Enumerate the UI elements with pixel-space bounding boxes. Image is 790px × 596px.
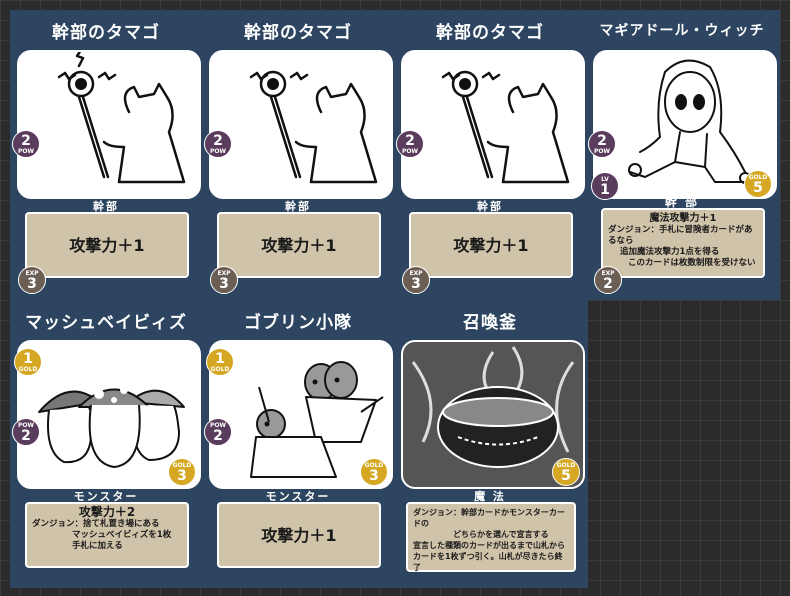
card-effect-text: 攻撃力＋1 <box>69 236 145 255</box>
card-magia-doll-witch[interactable]: マギアドール・ウィッチ 2 POW LV 1 GOLD 5 幹 部 魔法攻撃力＋1 ダ… <box>586 10 778 300</box>
gold-reward-badge: GOLD 3 <box>360 458 388 486</box>
gold-cost-badge: 1 GOLD <box>14 348 42 376</box>
exp-badge: EXP 2 <box>594 266 622 294</box>
card-title: マギアドール・ウィッチ <box>599 23 765 39</box>
card-text-box: 攻撃力＋1 <box>25 212 189 278</box>
card-text-box: 攻撃力＋2 ダンジョン：捨て札置き場にある マッシュベイビィズを1枚 手札に加え… <box>25 502 189 568</box>
card-effect-text: 攻撃力＋1 <box>261 236 337 255</box>
card-art <box>17 50 201 199</box>
card-goblin-squad[interactable]: ゴブリン小隊 1 GOLD POW 2 GOLD 3 モンスター 攻撃力＋1 <box>202 300 394 590</box>
gold-reward-badge: GOLD 3 <box>168 458 196 486</box>
card-text-box: ダンジョン：幹部カードかモンスターカードの どちらかを選んで宣言する 宣言した種… <box>406 502 576 572</box>
pow-badge: POW 2 <box>204 418 232 446</box>
card-title: 幹部のタマゴ <box>244 23 352 43</box>
pow-badge: 2 POW <box>204 130 232 158</box>
gold-cost-badge: GOLD 5 <box>552 458 580 486</box>
exp-badge: EXP 3 <box>402 266 430 294</box>
card-title: 幹部のタマゴ <box>52 23 160 43</box>
card-effect-text: 攻撃力＋1 <box>261 526 337 545</box>
card-kanbu-egg-2[interactable]: 幹部のタマゴ 2 POW 幹部 攻撃力＋1 EXP 3 <box>202 10 394 300</box>
card-title: ゴブリン小隊 <box>244 313 352 333</box>
pow-badge: 2 POW <box>588 130 616 158</box>
staff-creature-illustration <box>441 70 570 184</box>
pow-badge: POW 2 <box>12 418 40 446</box>
card-text-box: 攻撃力＋1 <box>217 502 381 568</box>
card-title: 幹部のタマゴ <box>436 23 544 43</box>
staff-creature-illustration <box>249 70 378 184</box>
exp-badge: EXP 3 <box>210 266 238 294</box>
card-art <box>401 50 585 199</box>
card-title: 召喚釜 <box>463 313 517 333</box>
card-text-box: 魔法攻撃力＋1 ダンジョン：手札に冒険者カードがあるなら 追加魔法攻撃力1点を得… <box>601 208 765 278</box>
card-effect-text: 攻撃力＋2 ダンジョン：捨て札置き場にある マッシュベイビィズを1枚 手札に加え… <box>32 505 172 551</box>
card-kanbu-egg-3[interactable]: 幹部のタマゴ 2 POW 幹部 攻撃力＋1 EXP 3 <box>394 10 586 300</box>
card-kanbu-egg-1[interactable]: 幹部のタマゴ 2 POW 幹部 攻撃力＋1 EXP 3 <box>10 10 202 300</box>
card-title: マッシュベイビィズ <box>25 313 187 333</box>
card-mash-babies[interactable]: マッシュベイビィズ 1 GOLD POW 2 GOLD 3 モンスター 攻撃力＋2 ダ… <box>10 300 202 590</box>
gold-cost-badge: 1 GOLD <box>206 348 234 376</box>
pow-badge: 2 POW <box>12 130 40 158</box>
card-summoning-cauldron[interactable]: 召喚釜 GOLD 5 魔 法 ダンジョン：幹部カードかモンスターカードの どちらか… <box>394 300 586 590</box>
card-effect-text: 攻撃力＋1 <box>453 236 529 255</box>
staff-creature-illustration <box>57 52 186 184</box>
card-effect-text: ダンジョン：幹部カードかモンスターカードの どちらかを選んで宣言する 宣言した種… <box>413 508 565 572</box>
exp-badge: EXP 3 <box>18 266 46 294</box>
pow-badge: 2 POW <box>396 130 424 158</box>
card-effect-text: 魔法攻撃力＋1 ダンジョン：手札に冒険者カードがあるなら 追加魔法攻撃力1点を得… <box>608 213 756 268</box>
card-text-box: 攻撃力＋1 <box>409 212 573 278</box>
card-text-box: 攻撃力＋1 <box>217 212 381 278</box>
card-art <box>209 50 393 199</box>
